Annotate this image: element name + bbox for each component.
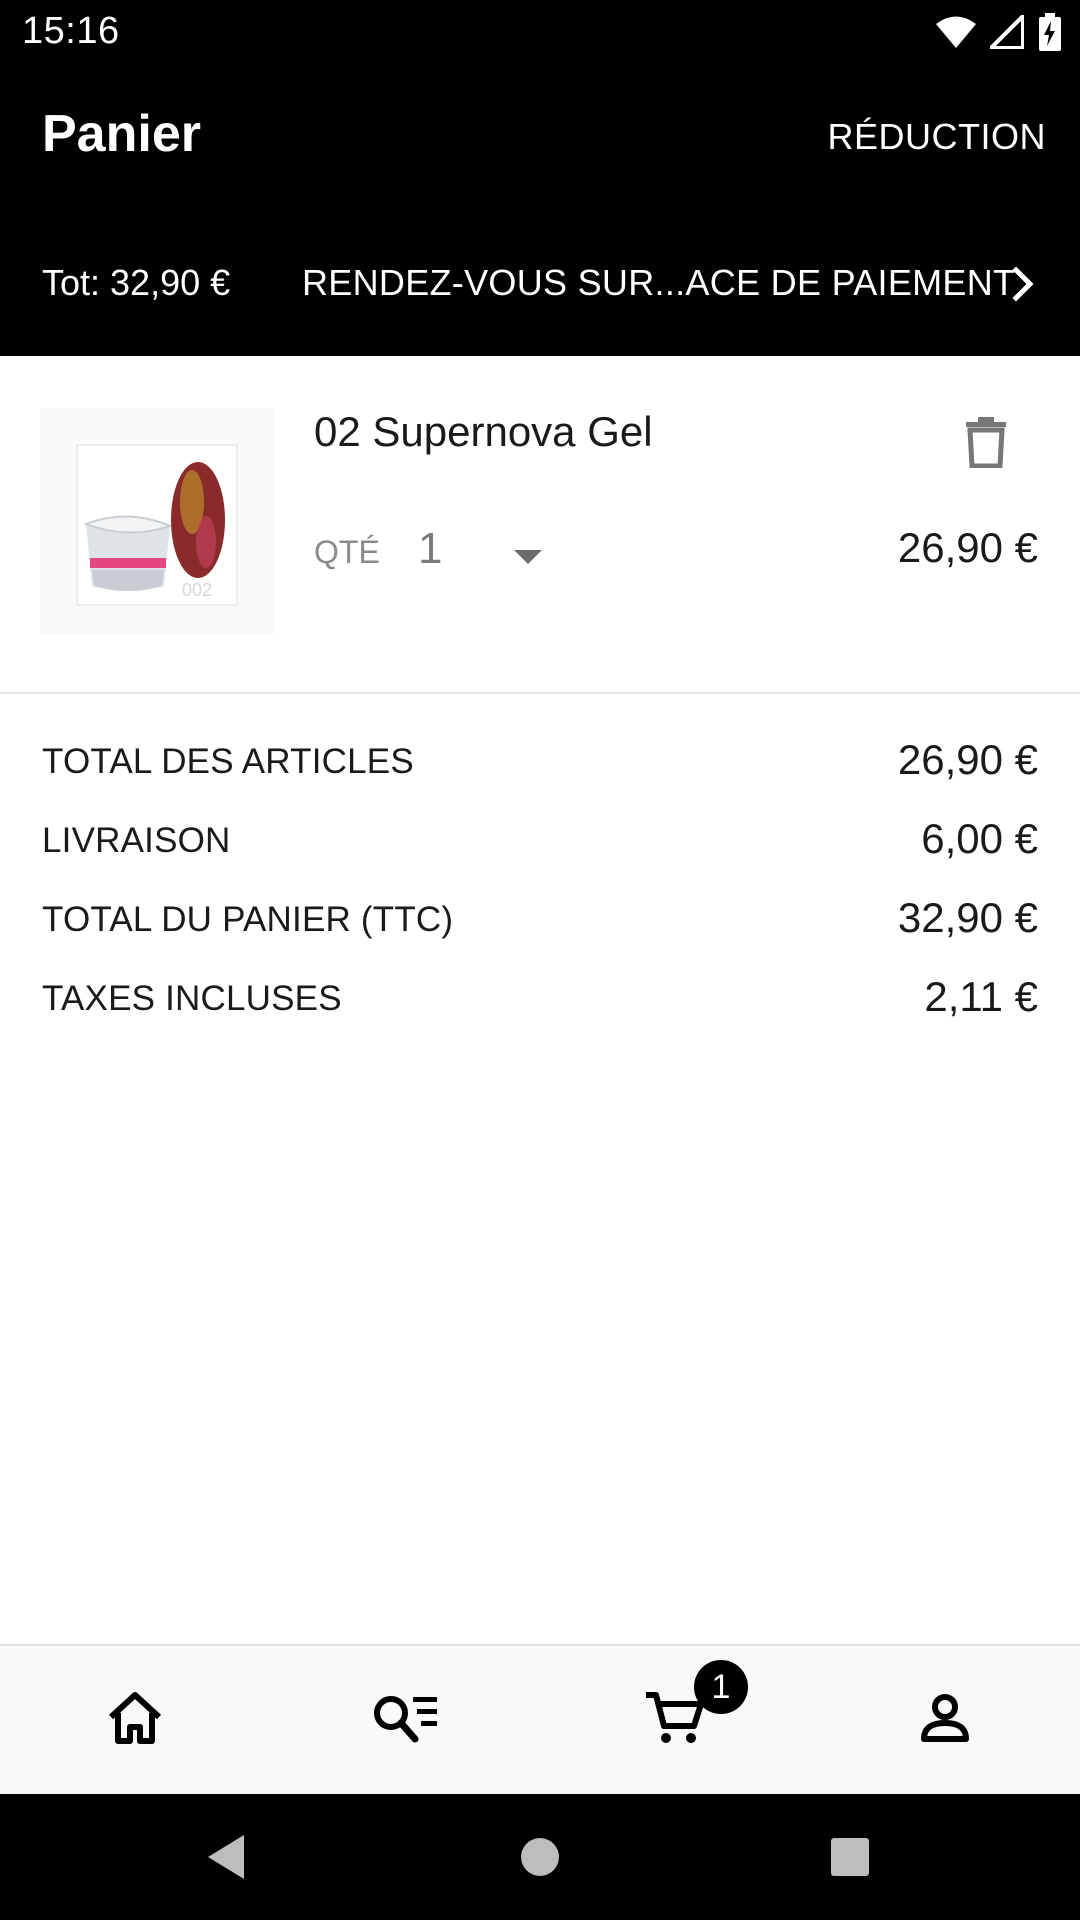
system-navigation-bar xyxy=(0,1794,1080,1920)
totals-label: TOTAL DES ARTICLES xyxy=(42,742,414,781)
totals-value: 26,90 € xyxy=(897,736,1038,783)
bottom-navigation: 1 xyxy=(0,1644,1080,1794)
nav-cart[interactable]: 1 xyxy=(540,1646,810,1794)
status-bar: 15:16 xyxy=(0,0,1080,64)
trash-icon[interactable] xyxy=(964,416,1008,469)
search-list-icon xyxy=(371,1693,439,1748)
wifi-icon xyxy=(936,15,976,49)
totals-label: LIVRAISON xyxy=(42,821,231,860)
product-image[interactable]: 002 xyxy=(40,408,274,634)
product-image-frame: 002 xyxy=(76,444,238,606)
chevron-right-icon[interactable] xyxy=(1004,262,1044,306)
account-icon xyxy=(920,1693,970,1748)
cart-item: 002 02 Supernova Gel QTÉ 1 26,90 € xyxy=(0,356,1080,694)
totals-value: 2,11 € xyxy=(924,973,1038,1020)
product-name[interactable]: 02 Supernova Gel xyxy=(314,408,653,456)
totals-row-cart-total: TOTAL DU PANIER (TTC) 32,90 € xyxy=(0,878,1080,957)
battery-charging-icon xyxy=(1038,13,1062,51)
status-icons xyxy=(936,12,1062,52)
item-price: 26,90 € xyxy=(897,524,1038,571)
nav-account[interactable] xyxy=(810,1646,1080,1794)
home-icon xyxy=(107,1691,163,1750)
nav-search[interactable] xyxy=(270,1646,540,1794)
back-icon[interactable] xyxy=(186,1824,266,1890)
product-image-caption: 002 xyxy=(182,580,212,600)
recents-icon[interactable] xyxy=(810,1824,890,1890)
totals-value: 6,00 € xyxy=(921,815,1038,862)
totals-label: TOTAL DU PANIER (TTC) xyxy=(42,900,454,939)
quantity-value[interactable]: 1 xyxy=(418,524,442,574)
quantity-dropdown-icon[interactable] xyxy=(500,536,564,580)
totals-value: 32,90 € xyxy=(897,894,1038,941)
totals-row-taxes: TAXES INCLUSES 2,11 € xyxy=(0,957,1080,1036)
status-time: 15:16 xyxy=(22,10,120,52)
totals-row-shipping: LIVRAISON 6,00 € xyxy=(0,799,1080,878)
checkout-button[interactable]: RENDEZ-VOUS SUR...ACE DE PAIEMENT xyxy=(302,262,1015,304)
nav-home[interactable] xyxy=(0,1646,270,1794)
app-bar: Panier RÉDUCTION Tot: 32,90 € RENDEZ-VOU… xyxy=(0,64,1080,356)
page-title: Panier xyxy=(42,105,201,163)
quantity-label: QTÉ xyxy=(314,534,380,570)
totals-label: TAXES INCLUSES xyxy=(42,979,342,1018)
cart-total-summary: Tot: 32,90 € xyxy=(42,262,231,303)
home-circle-icon[interactable] xyxy=(500,1824,580,1890)
totals-section: TOTAL DES ARTICLES 26,90 € LIVRAISON 6,0… xyxy=(0,720,1080,1036)
totals-row-articles: TOTAL DES ARTICLES 26,90 € xyxy=(0,720,1080,799)
reduction-button[interactable]: RÉDUCTION xyxy=(828,116,1047,158)
cart-badge: 1 xyxy=(694,1660,748,1714)
signal-icon xyxy=(990,15,1024,49)
